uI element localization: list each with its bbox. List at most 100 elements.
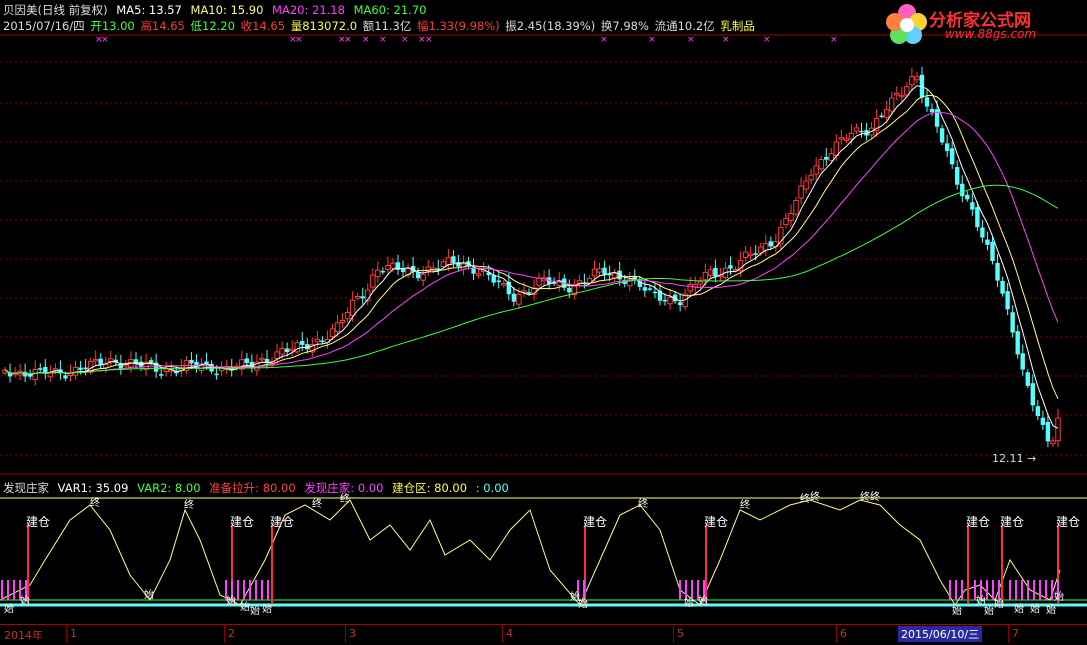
candle-body xyxy=(83,367,88,370)
signal-x-marker: × xyxy=(600,35,608,45)
date-value: 2015/07/16/四 xyxy=(3,19,85,33)
candle-body xyxy=(1055,417,1061,442)
candle-body xyxy=(838,137,845,140)
candle-body xyxy=(1010,312,1015,333)
candle-body xyxy=(98,358,103,366)
candle-body xyxy=(264,358,270,363)
ma60-line xyxy=(4,184,1059,375)
flower-icon xyxy=(886,4,927,44)
top-signal-label: 终 xyxy=(740,498,750,511)
candle-body xyxy=(380,270,386,273)
signal-x-marker: × xyxy=(687,35,695,45)
candle-body xyxy=(667,296,673,305)
candle-body xyxy=(965,194,970,200)
start-signal-label: 始 xyxy=(952,604,962,617)
var1-line xyxy=(0,499,1061,606)
top-signal-label: 终 xyxy=(90,496,100,509)
candle-body xyxy=(329,328,336,338)
candle-body xyxy=(788,213,794,222)
candle-body xyxy=(813,165,819,175)
start-signal-label: 始 xyxy=(684,596,694,609)
candle-body xyxy=(456,262,461,267)
candle-body xyxy=(1050,440,1056,445)
candle-body xyxy=(990,241,995,261)
candle-body xyxy=(440,261,447,268)
build-signal-label: 建仓 xyxy=(270,515,294,529)
candle-body xyxy=(189,359,194,364)
candle-body xyxy=(904,86,910,96)
candle-body xyxy=(38,368,43,370)
candle-body xyxy=(32,368,38,380)
signal-x-marker: × xyxy=(101,35,109,45)
candle-body xyxy=(284,348,290,353)
axis-month: 5 xyxy=(677,627,684,640)
candle-body xyxy=(773,241,779,248)
candle-body xyxy=(824,156,829,160)
build-signal-label: 建仓 xyxy=(704,515,728,529)
candle-body xyxy=(914,76,920,81)
signal-x-marker: × xyxy=(648,35,656,45)
candle-body xyxy=(445,257,452,266)
candle-body xyxy=(279,348,285,355)
start-signal-label: 始 xyxy=(1030,602,1040,615)
candle-body xyxy=(843,138,850,141)
candle-body xyxy=(1030,383,1036,406)
candle-body xyxy=(289,348,295,351)
signal-x-marker: × xyxy=(722,35,730,45)
date-axis: 2014年 1 2 3 4 5 6 2015/06/10/三 7 xyxy=(0,624,1087,645)
candle-body xyxy=(853,127,860,132)
signal-x-marker: × xyxy=(830,35,838,45)
start-signal-label: 始 xyxy=(578,597,588,610)
build-signal-label: 建仓 xyxy=(230,515,254,529)
volume-value: 量813072.0 xyxy=(290,19,358,33)
build-signal-label: 建仓 xyxy=(583,515,607,529)
candle-body xyxy=(818,158,824,170)
var2-value: VAR2: 8.00 xyxy=(137,481,201,495)
candle-body xyxy=(995,262,1000,281)
turnover-value: 换7.98% xyxy=(600,19,649,33)
axis-month: 1 xyxy=(70,627,77,640)
start-signal-label: 始 xyxy=(1046,603,1056,616)
candle-body xyxy=(728,265,733,269)
stock-name: 贝因美(日线 前复权) xyxy=(3,3,108,17)
change-value: 幅1.33(9.98%) xyxy=(417,19,500,33)
candle-body xyxy=(949,148,955,165)
top-signal-label: 终 xyxy=(860,490,870,503)
candle-body xyxy=(798,185,804,199)
candle-body xyxy=(314,338,321,343)
ma60-value: MA60: 21.70 xyxy=(353,3,427,17)
candle-body xyxy=(848,132,855,140)
candle-body xyxy=(713,267,718,277)
candle-body xyxy=(430,267,436,270)
selected-date[interactable]: 2015/06/10/三 xyxy=(898,626,983,642)
axis-month: 4 xyxy=(506,627,513,640)
build-signal-label: 建仓 xyxy=(26,515,50,529)
low-value: 低12.20 xyxy=(190,19,235,33)
indicator-name: 发现庄家 xyxy=(3,481,49,495)
start-signal-label: 始 xyxy=(994,597,1004,610)
candle-body xyxy=(576,280,583,284)
signal-x-marker: × xyxy=(344,35,352,45)
open-value: 开13.00 xyxy=(90,19,135,33)
candle-body xyxy=(158,374,164,376)
signal-x-marker: × xyxy=(425,35,433,45)
candle-body xyxy=(596,268,603,273)
axis-month: 6 xyxy=(840,627,847,640)
logo-url: www.88gs.com xyxy=(945,27,1037,41)
candle-body xyxy=(975,207,980,228)
candle-body xyxy=(475,273,482,276)
candle-body xyxy=(955,167,960,185)
chart-canvas[interactable]: ×× ×× ×× × × × × × × × × × × ×建仓 建仓 建仓 建仓 建仓 建仓 建仓 建仓终终终终终终终… xyxy=(0,0,1087,644)
candle-body xyxy=(259,357,265,361)
candle-body xyxy=(334,322,341,332)
candle-body xyxy=(526,292,532,294)
candle-body xyxy=(879,115,884,118)
float-value: 流通10.2亿 xyxy=(654,19,715,33)
indicator-header: 发现庄家 VAR1: 35.09 VAR2: 8.00 准备拉升: 80.00 … xyxy=(3,480,514,496)
top-signal-label: 终 xyxy=(184,498,194,511)
candle-body xyxy=(108,358,114,363)
candle-body xyxy=(697,281,703,285)
candle-body xyxy=(244,358,250,364)
ma10-value: MA10: 15.90 xyxy=(190,3,264,17)
candle-body xyxy=(496,280,501,283)
